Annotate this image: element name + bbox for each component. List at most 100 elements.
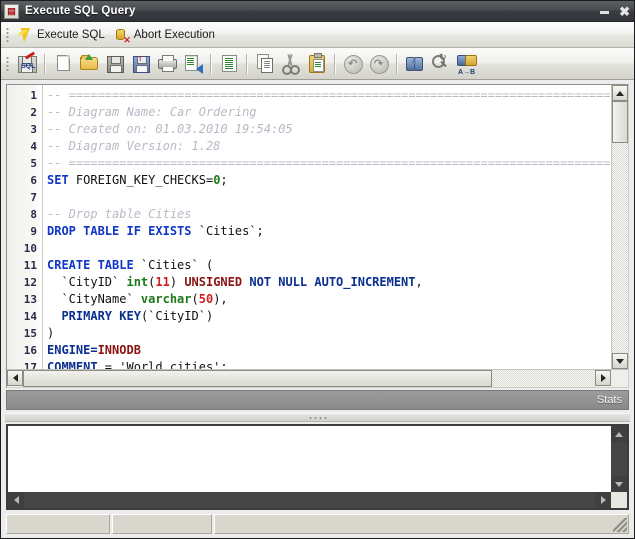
code-line[interactable]: COMMENT = 'World cities'; (47, 359, 611, 369)
output-scroll-right-button[interactable] (595, 492, 611, 508)
save-as-button[interactable]: ! (129, 52, 153, 76)
code-line[interactable]: CREATE TABLE `Cities` ( (47, 257, 611, 274)
open-file-button[interactable] (77, 52, 101, 76)
abort-execution-button[interactable]: Abort Execution (111, 24, 221, 45)
editor-row: 1 2 3 4 5 6 7 8 9 10 11 12 13 14 15 16 17 -- ===========… (7, 85, 628, 369)
code-line[interactable] (47, 240, 611, 257)
vertical-scroll-track[interactable] (612, 101, 628, 353)
code-line[interactable]: -- =====================================… (47, 155, 611, 172)
close-icon[interactable]: ✖ (619, 5, 630, 18)
code-line[interactable]: -- =====================================… (47, 87, 611, 104)
code-token: ( (191, 292, 199, 306)
cut-button[interactable] (279, 52, 303, 76)
icon-toolbar: SQL ! ↶ ↷ ↻ A→B (1, 48, 634, 80)
output-scroll-up-button[interactable] (611, 426, 627, 442)
code-token: INNODB (97, 343, 141, 357)
panel-splitter[interactable] (5, 413, 630, 422)
toolbar-separator (246, 53, 248, 74)
code-line[interactable]: -- Created on: 01.03.2010 19:54:05 (47, 121, 611, 138)
vertical-scroll-thumb[interactable] (612, 101, 628, 143)
sql-button[interactable]: SQL (15, 51, 39, 76)
find-button[interactable] (403, 52, 427, 76)
code-token: int (126, 275, 149, 289)
code-token: NOT NULL AUTO_INCREMENT (249, 275, 416, 289)
find-replace-button[interactable]: ↻ (429, 52, 453, 76)
paste-icon-page (313, 58, 324, 72)
code-line[interactable]: DROP TABLE IF EXISTS `Cities`; (47, 223, 611, 240)
code-token: -- Diagram Name: Car Ordering (47, 105, 257, 119)
code-token: DROP TABLE IF EXISTS (47, 224, 192, 238)
output-scroll-left-button[interactable] (8, 492, 24, 508)
code-line[interactable]: PRIMARY KEY(`CityID`) (47, 308, 611, 325)
document-icon-lines (225, 57, 233, 59)
code-area[interactable]: 1 2 3 4 5 6 7 8 9 10 11 12 13 14 15 16 17 -- ===========… (7, 85, 611, 369)
paste-icon-lines (315, 61, 321, 63)
save-icon (107, 55, 124, 73)
line-number: 8 (30, 208, 37, 221)
minimize-icon[interactable] (600, 5, 610, 17)
code-line[interactable]: ) (47, 325, 611, 342)
code-token: (`CityID`) (140, 309, 214, 323)
editor-horizontal-scrollbar[interactable] (7, 369, 628, 387)
copy-icon (261, 57, 273, 73)
code-token: `Cities`; (191, 224, 264, 238)
output-vertical-track[interactable] (611, 442, 627, 476)
document-button[interactable] (217, 52, 241, 76)
code-token: 11 (155, 275, 170, 289)
code-line[interactable]: ENGINE=INNODB (47, 342, 611, 359)
resize-grip-icon[interactable] (613, 518, 627, 532)
output-horizontal-track[interactable] (24, 492, 595, 508)
code-token: -- Created on: 01.03.2010 19:54:05 (47, 122, 293, 136)
output-horizontal-scrollbar[interactable] (8, 492, 627, 508)
code-line[interactable]: SET FOREIGN_KEY_CHECKS=0; (47, 172, 611, 189)
scroll-right-button[interactable] (595, 370, 611, 386)
scrollbar-corner (611, 370, 628, 387)
horizontal-scroll-track[interactable] (23, 370, 595, 387)
paste-button[interactable] (305, 52, 329, 76)
output-scroll-down-button[interactable] (611, 476, 627, 492)
toolbar-grip[interactable] (5, 26, 10, 43)
output-text[interactable] (8, 426, 611, 492)
line-number: 4 (30, 140, 37, 153)
undo-button[interactable]: ↶ (341, 52, 365, 76)
paste-icon (309, 52, 325, 73)
code-line[interactable]: -- Drop table Cities (47, 206, 611, 223)
scroll-up-button[interactable] (612, 85, 628, 101)
sql-editor: 1 2 3 4 5 6 7 8 9 10 11 12 13 14 15 16 17 -- ===========… (6, 84, 629, 388)
code-line[interactable]: -- Diagram Name: Car Ordering (47, 104, 611, 121)
code-line[interactable]: -- Diagram Version: 1.28 (47, 138, 611, 155)
export-icon-lines (187, 57, 194, 59)
code-line[interactable] (47, 189, 611, 206)
code-token: , (415, 275, 423, 289)
icon-toolbar-grip[interactable] (5, 55, 10, 72)
code-token: ENGINE= (47, 343, 98, 357)
code-token: COMMENT (47, 360, 98, 369)
copy-button[interactable] (253, 52, 277, 76)
line-number: 9 (30, 225, 37, 238)
redo-button[interactable]: ↷ (367, 52, 391, 76)
replace-all-icon-b (465, 54, 477, 66)
sql-icon-text: SQL (21, 62, 36, 70)
stats-label: Stats (596, 394, 622, 406)
editor-vertical-scrollbar[interactable] (611, 85, 628, 369)
export-button[interactable] (181, 52, 205, 76)
print-button[interactable] (155, 52, 179, 76)
save-button[interactable] (103, 52, 127, 76)
code-token: -- Diagram Version: 1.28 (47, 139, 221, 153)
execute-sql-button[interactable]: Execute SQL (14, 24, 111, 45)
stats-bar[interactable]: Stats (6, 390, 629, 410)
scroll-left-button[interactable] (7, 370, 23, 386)
horizontal-scroll-thumb[interactable] (23, 370, 493, 387)
new-file-button[interactable] (51, 52, 75, 76)
code-token: -- =====================================… (47, 156, 611, 170)
chevron-right-icon (600, 374, 606, 382)
output-vertical-scrollbar[interactable] (611, 426, 627, 492)
line-number: 1 (30, 89, 37, 102)
action-toolbar: Execute SQL Abort Execution (1, 22, 634, 48)
code-line[interactable]: `CityName` varchar(50), (47, 291, 611, 308)
code-line[interactable]: `CityID` int(11) UNSIGNED NOT NULL AUTO_… (47, 274, 611, 291)
code-text[interactable]: -- =====================================… (43, 85, 611, 369)
scroll-down-button[interactable] (612, 353, 628, 369)
redo-arrow: ↷ (374, 57, 384, 70)
replace-all-button[interactable]: A→B (455, 52, 479, 76)
